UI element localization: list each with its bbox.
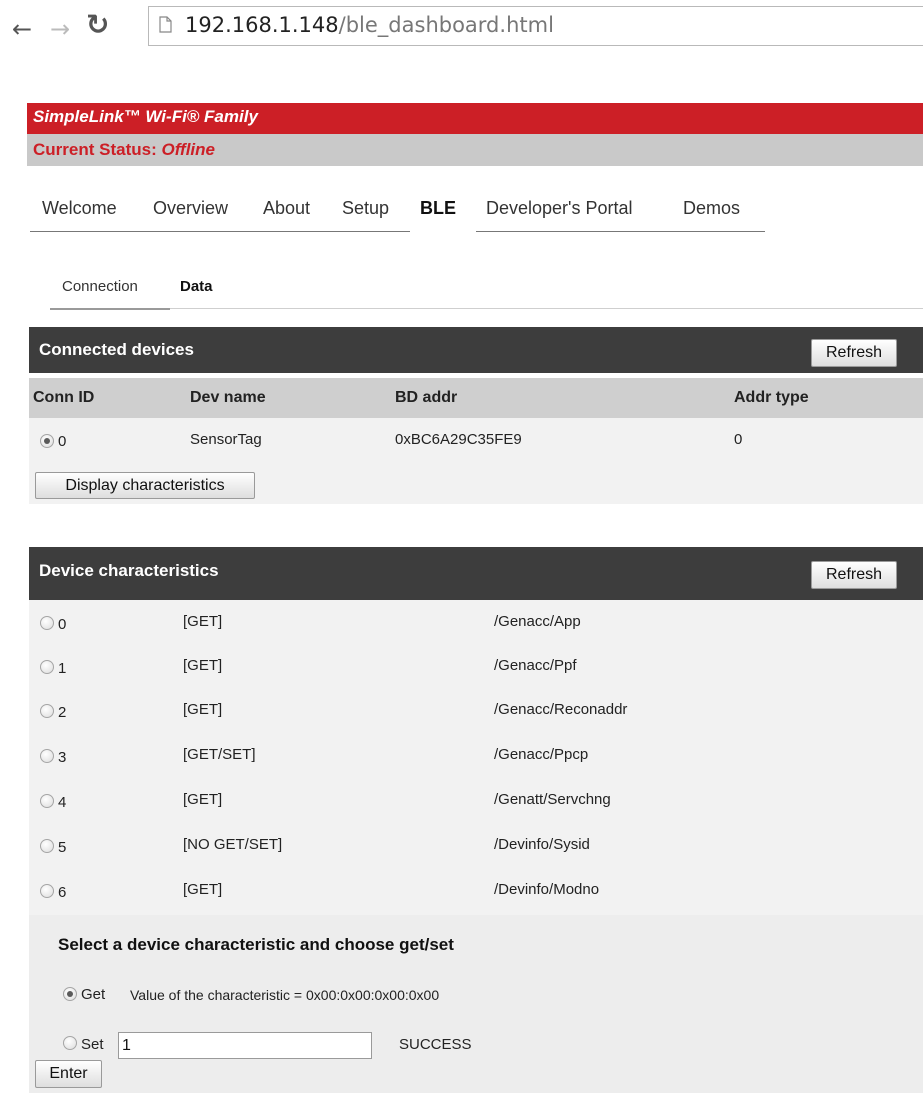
nav-about[interactable]: About <box>263 198 310 219</box>
characteristic-radio-6[interactable] <box>40 884 54 898</box>
col-bd-addr: BD addr <box>395 389 458 406</box>
characteristic-radio-5[interactable] <box>40 839 54 853</box>
device-characteristics-header: Device characteristics Refresh <box>29 547 923 600</box>
col-addr-type: Addr type <box>734 389 809 406</box>
characteristic-mode: [GET] <box>183 881 223 898</box>
url-host: 192.168.1.148 <box>185 13 339 37</box>
nav-setup[interactable]: Setup <box>342 198 389 219</box>
list-item[interactable]: 6 [GET] /Devinfo/Modno <box>29 868 923 913</box>
nav-welcome[interactable]: Welcome <box>42 198 117 219</box>
characteristics-list: 0 [GET] /Genacc/App 1 [GET] /Genacc/Ppf … <box>29 600 923 915</box>
page-icon <box>159 16 172 33</box>
dev-name-cell: SensorTag <box>190 431 262 448</box>
list-item[interactable]: 1 [GET] /Genacc/Ppf <box>29 644 923 689</box>
address-bar[interactable]: 192.168.1.148/ble_dashboard.html <box>148 6 923 46</box>
list-item[interactable]: 2 [GET] /Genacc/Reconaddr <box>29 688 923 733</box>
connected-refresh-button[interactable]: Refresh <box>811 339 897 367</box>
characteristic-radio-3[interactable] <box>40 749 54 763</box>
status-bar: Current Status: Offline <box>27 134 923 166</box>
subnav-active-indicator <box>50 308 170 310</box>
tab-data[interactable]: Data <box>180 278 213 295</box>
characteristic-value-text: Value of the characteristic = 0x00:0x00:… <box>130 987 440 1003</box>
url-text: 192.168.1.148/ble_dashboard.html <box>185 11 554 39</box>
forward-arrow-icon[interactable]: → <box>50 14 70 44</box>
characteristic-path: /Genacc/Ppf <box>494 657 577 674</box>
brand-header: SimpleLink™ Wi-Fi® Family <box>27 103 923 134</box>
conn-id-cell: 0 <box>58 433 67 450</box>
characteristic-radio-2[interactable] <box>40 704 54 718</box>
characteristic-mode: [GET] <box>183 657 223 674</box>
characteristics-refresh-button[interactable]: Refresh <box>811 561 897 589</box>
characteristic-path: /Devinfo/Modno <box>494 881 600 898</box>
list-item[interactable]: 3 [GET/SET] /Genacc/Ppcp <box>29 733 923 778</box>
list-item[interactable]: 5 [NO GET/SET] /Devinfo/Sysid <box>29 823 923 868</box>
subnav-divider <box>50 308 923 309</box>
nav-overview[interactable]: Overview <box>153 198 228 219</box>
col-conn-id: Conn ID <box>33 389 95 406</box>
nav-developers-portal[interactable]: Developer's Portal <box>486 198 633 219</box>
characteristic-path: /Genacc/App <box>494 613 581 630</box>
col-dev-name: Dev name <box>190 389 266 406</box>
list-item[interactable]: 4 [GET] /Genatt/Servchng <box>29 778 923 823</box>
get-set-title: Select a device characteristic and choos… <box>58 935 454 954</box>
set-value-input[interactable] <box>118 1032 372 1059</box>
back-arrow-icon[interactable]: ← <box>12 14 32 44</box>
get-label: Get <box>81 986 106 1003</box>
device-radio-0[interactable] <box>40 434 54 448</box>
nav-divider-right <box>476 231 765 232</box>
characteristic-id: 1 <box>58 660 67 677</box>
characteristic-mode: [GET] <box>183 701 223 718</box>
get-radio[interactable] <box>63 987 77 1001</box>
list-item[interactable]: 0 [GET] /Genacc/App <box>29 600 923 645</box>
enter-button[interactable]: Enter <box>35 1060 102 1088</box>
characteristic-radio-1[interactable] <box>40 660 54 674</box>
display-characteristics-button[interactable]: Display characteristics <box>35 472 255 499</box>
reload-icon[interactable]: ↻ <box>86 10 109 40</box>
characteristic-path: /Genacc/Ppcp <box>494 746 589 763</box>
status-value: Offline <box>161 140 215 159</box>
characteristic-path: /Genacc/Reconaddr <box>494 701 628 718</box>
tab-connection[interactable]: Connection <box>62 278 138 295</box>
status-label: Current Status: <box>33 140 157 159</box>
characteristic-mode: [GET] <box>183 791 223 808</box>
connected-devices-title: Connected devices <box>39 340 194 359</box>
characteristic-mode: [GET/SET] <box>183 746 256 763</box>
sub-nav: Connection Data <box>0 270 923 312</box>
characteristic-id: 0 <box>58 616 67 633</box>
characteristic-path: /Devinfo/Sysid <box>494 836 590 853</box>
characteristic-id: 3 <box>58 749 67 766</box>
characteristic-mode: [NO GET/SET] <box>183 836 283 853</box>
characteristic-id: 4 <box>58 794 67 811</box>
browser-toolbar: ← → ↻ 192.168.1.148/ble_dashboard.html <box>0 0 923 62</box>
set-label: Set <box>81 1036 104 1053</box>
characteristic-id: 2 <box>58 704 67 721</box>
addr-type-cell: 0 <box>734 431 743 448</box>
device-characteristics-title: Device characteristics <box>39 561 219 580</box>
characteristic-id: 6 <box>58 884 67 901</box>
connected-table-body: 0 SensorTag 0xBC6A29C35FE9 0 Display cha… <box>29 418 923 504</box>
set-radio[interactable] <box>63 1036 77 1050</box>
connected-devices-header: Connected devices Refresh <box>29 327 923 373</box>
brand-title: SimpleLink™ Wi-Fi® Family <box>33 107 258 126</box>
url-path: /ble_dashboard.html <box>338 13 554 37</box>
main-nav: Welcome Overview About Setup BLE Develop… <box>30 192 765 232</box>
bd-addr-cell: 0xBC6A29C35FE9 <box>395 431 522 448</box>
characteristic-id: 5 <box>58 839 67 856</box>
nav-divider-left <box>30 231 410 232</box>
characteristic-mode: [GET] <box>183 613 223 630</box>
status-text: Current Status: Offline <box>33 140 215 160</box>
nav-ble[interactable]: BLE <box>420 198 456 219</box>
characteristic-path: /Genatt/Servchng <box>494 791 611 808</box>
connected-table-header: Conn ID Dev name BD addr Addr type <box>29 378 923 418</box>
characteristic-radio-4[interactable] <box>40 794 54 808</box>
nav-demos[interactable]: Demos <box>683 198 740 219</box>
get-set-panel: Select a device characteristic and choos… <box>29 915 923 1093</box>
characteristic-radio-0[interactable] <box>40 616 54 630</box>
result-text: SUCCESS <box>399 1036 472 1053</box>
